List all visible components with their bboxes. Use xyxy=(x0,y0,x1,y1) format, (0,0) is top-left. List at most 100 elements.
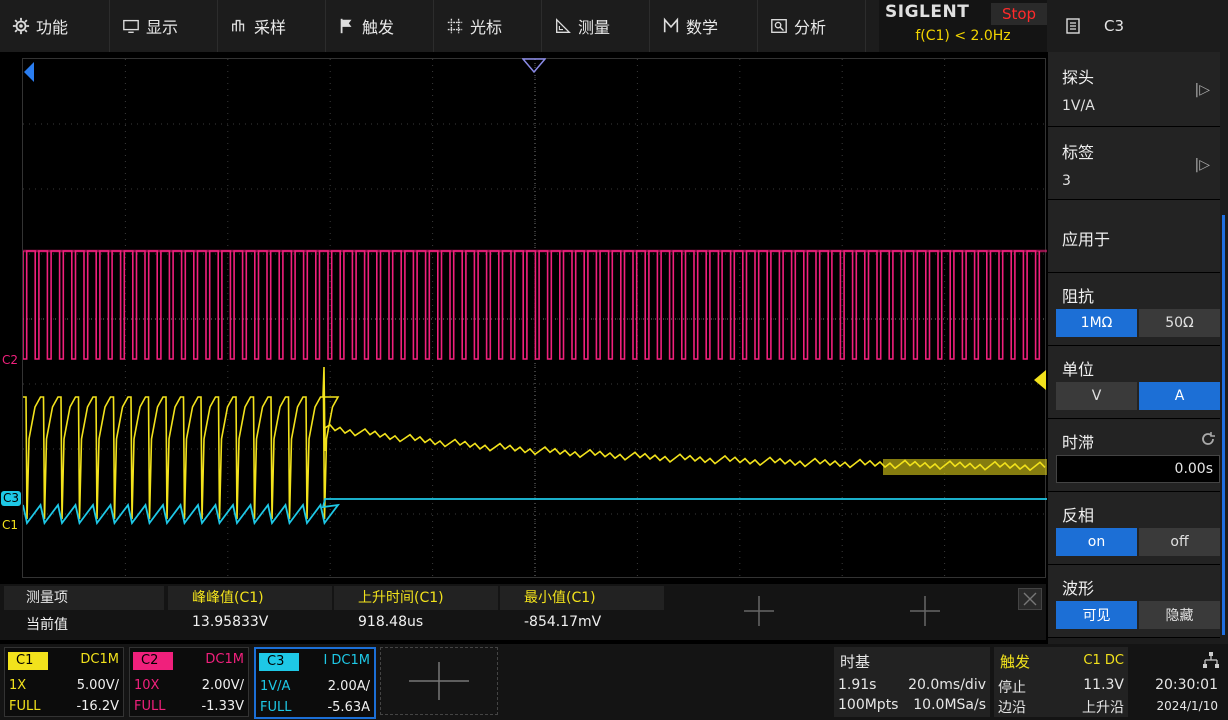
measurement-vpp-name: 峰峰值(C1) xyxy=(168,586,332,610)
trigger-type: 边沿 xyxy=(998,700,1026,716)
top-menu-bar: 功能 显示 采样 触发 光标 测量 数学 分析 SIGLENT Stop f(C… xyxy=(0,0,1228,52)
menu-measure-label: 测量 xyxy=(578,18,611,37)
probe-title: 探头 xyxy=(1062,68,1095,87)
trigger-position-left-icon xyxy=(24,62,34,82)
unit-v-option[interactable]: V xyxy=(1056,382,1137,410)
channel-menu-header[interactable]: C3 xyxy=(1048,0,1228,52)
menu-display-label: 显示 xyxy=(146,18,179,37)
channel-c3-info[interactable]: C3 I DC1M 1V/A 2.00A/ FULL -5.63A xyxy=(254,647,376,719)
waveform-title: 波形 xyxy=(1062,579,1095,598)
trigger-delay-marker-icon xyxy=(522,58,546,74)
add-measurement-icon[interactable] xyxy=(742,594,776,628)
timebase-scale: 20.0ms/div xyxy=(908,677,986,693)
c1-coupling: DC1M xyxy=(80,652,119,667)
menu-measure[interactable]: 测量 xyxy=(542,0,650,52)
cursor-grid-icon xyxy=(447,18,463,34)
label-setting[interactable]: 标签 3 |▷ xyxy=(1048,127,1220,200)
brand-logo: SIGLENT xyxy=(885,2,970,22)
c2-offset: -1.33V xyxy=(201,699,244,714)
delay-title: 时滞 xyxy=(1062,433,1095,452)
menu-analysis[interactable]: 分析 xyxy=(758,0,866,52)
measurement-labels: 测量项 当前值 xyxy=(4,584,164,636)
impedance-toggle: 1MΩ 50Ω xyxy=(1056,309,1220,337)
status-bar: C1 DC1M 1X 5.00V/ FULL -16.2V C2 DC1M 10… xyxy=(0,644,1228,720)
apply-to-setting[interactable]: 应用于 xyxy=(1048,200,1220,273)
waveform-hidden-option[interactable]: 隐藏 xyxy=(1139,601,1220,629)
probe-value: 1V/A xyxy=(1062,98,1095,114)
probe-setting[interactable]: 探头 1V/A |▷ xyxy=(1048,52,1220,127)
menu-trigger[interactable]: 触发 xyxy=(326,0,434,52)
measurement-rise-value: 918.48us xyxy=(358,614,424,630)
c1-scale: 5.00V/ xyxy=(76,678,119,693)
measurement-rise[interactable]: 上升时间(C1) 918.48us xyxy=(334,584,498,636)
invert-on-option[interactable]: on xyxy=(1056,528,1137,556)
c2-bandwidth: FULL xyxy=(134,699,166,714)
menu-trigger-label: 触发 xyxy=(362,18,395,37)
c1-bandwidth: FULL xyxy=(9,699,41,714)
clock-time: 20:30:01 xyxy=(1155,677,1218,693)
waveform-display[interactable] xyxy=(22,58,1047,579)
impedance-title: 阻抗 xyxy=(1062,287,1095,306)
network-icon[interactable] xyxy=(1202,651,1220,669)
invert-off-option[interactable]: off xyxy=(1139,528,1220,556)
timebase-memory: 100Mpts xyxy=(838,697,899,713)
math-icon xyxy=(663,17,679,33)
delay-input[interactable]: 0.00s xyxy=(1056,455,1220,483)
trigger-slope: 上升沿 xyxy=(1082,700,1124,716)
invert-toggle: on off xyxy=(1056,528,1220,556)
channel-menu-label: C3 xyxy=(1104,17,1125,35)
close-icon[interactable] xyxy=(1018,588,1042,610)
current-value-label: 当前值 xyxy=(26,617,68,633)
invert-title: 反相 xyxy=(1062,506,1095,525)
timebase-info[interactable]: 时基 1.91s 20.0ms/div 100Mpts 10.0MSa/s xyxy=(834,647,990,717)
menu-function[interactable]: 功能 xyxy=(0,0,110,52)
measurement-min[interactable]: 最小值(C1) -854.17mV xyxy=(500,584,664,636)
menu-analysis-label: 分析 xyxy=(794,18,827,37)
menu-math[interactable]: 数学 xyxy=(650,0,758,52)
delay-setting: 时滞 0.00s xyxy=(1048,419,1220,492)
c1-tag: C1 xyxy=(8,652,48,670)
label-title: 标签 xyxy=(1062,143,1095,162)
c2-offset-marker[interactable]: C2 xyxy=(2,353,18,367)
channel-c2-info[interactable]: C2 DC1M 10X 2.00V/ FULL -1.33V xyxy=(129,647,249,717)
menu-display[interactable]: 显示 xyxy=(110,0,218,52)
c3-scale: 2.00A/ xyxy=(327,679,370,694)
measure-item-header: 测量项 xyxy=(4,586,164,610)
side-panel-scrollbar[interactable] xyxy=(1222,215,1225,635)
c1-offset-marker[interactable]: C1 xyxy=(2,518,18,532)
run-stop-status[interactable]: Stop xyxy=(991,3,1047,25)
impedance-1m-option[interactable]: 1MΩ xyxy=(1056,309,1137,337)
measurement-vpp[interactable]: 峰峰值(C1) 13.95833V xyxy=(168,584,332,636)
menu-cursor[interactable]: 光标 xyxy=(434,0,542,52)
timebase-sample-rate: 10.0MSa/s xyxy=(913,697,986,713)
c2-probe: 10X xyxy=(134,678,160,693)
clock-area: 20:30:01 2024/1/10 xyxy=(1132,647,1226,717)
analysis-icon xyxy=(771,19,787,33)
c3-tag: C3 xyxy=(259,653,299,671)
menu-acquire[interactable]: 采样 xyxy=(218,0,326,52)
trigger-level: 11.3V xyxy=(1083,677,1124,693)
c1-probe: 1X xyxy=(9,678,27,693)
c2-waveform xyxy=(23,250,1041,360)
menu-function-label: 功能 xyxy=(36,18,69,37)
chevron-right-icon: |▷ xyxy=(1194,82,1210,98)
refresh-icon[interactable] xyxy=(1200,431,1216,447)
waveform-visible-option[interactable]: 可见 xyxy=(1056,601,1137,629)
add-channel-slot[interactable] xyxy=(380,647,498,715)
unit-toggle: V A xyxy=(1056,382,1220,410)
impedance-50-option[interactable]: 50Ω xyxy=(1139,309,1220,337)
add-icon xyxy=(409,662,469,700)
c2-coupling: DC1M xyxy=(205,652,244,667)
ruler-icon xyxy=(556,18,571,33)
channel-c1-info[interactable]: C1 DC1M 1X 5.00V/ FULL -16.2V xyxy=(4,647,124,717)
timebase-delay: 1.91s xyxy=(838,677,877,693)
gear-icon xyxy=(12,17,30,35)
unit-setting: 单位 V A xyxy=(1048,346,1220,419)
waveform-canvas xyxy=(23,59,1047,579)
add-measurement-icon[interactable] xyxy=(908,594,942,628)
c3-offset-marker[interactable]: C3 xyxy=(1,491,21,506)
measurement-min-value: -854.17mV xyxy=(524,614,602,630)
unit-a-option[interactable]: A xyxy=(1139,382,1220,410)
invert-setting: 反相 on off xyxy=(1048,492,1220,565)
trigger-info[interactable]: 触发 C1 DC 停止 11.3V 边沿 上升沿 xyxy=(994,647,1128,717)
